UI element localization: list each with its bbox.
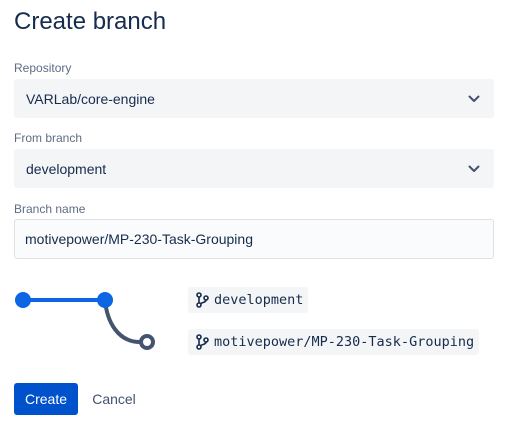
branch-name-label: Branch name [14,202,86,216]
cancel-button[interactable]: Cancel [84,383,144,415]
from-branch-select-value: development [26,160,107,177]
source-branch-name: development [214,292,304,308]
branch-diagram [15,292,155,350]
source-branch-tag: development [188,287,309,313]
new-branch-name: motivepower/MP-230-Task-Grouping [214,334,475,350]
chevron-down-icon [466,91,482,107]
branch-name-input[interactable] [14,219,494,259]
repository-label: Repository [14,61,72,75]
source-start-node [15,292,31,308]
repository-select-value: VARLab/core-engine [26,90,155,107]
new-branch-node [139,334,155,350]
branch-point-node [97,292,113,308]
from-branch-label: From branch [14,131,83,145]
new-branch-curve [103,298,142,344]
new-branch-tag: motivepower/MP-230-Task-Grouping [188,329,480,355]
create-button[interactable]: Create [14,383,78,415]
git-branch-icon [195,292,209,308]
git-branch-icon [195,334,209,350]
chevron-down-icon [466,161,482,177]
repository-select[interactable]: VARLab/core-engine [14,79,494,118]
dialog-title: Create branch [14,8,167,35]
from-branch-select[interactable]: development [14,149,494,188]
